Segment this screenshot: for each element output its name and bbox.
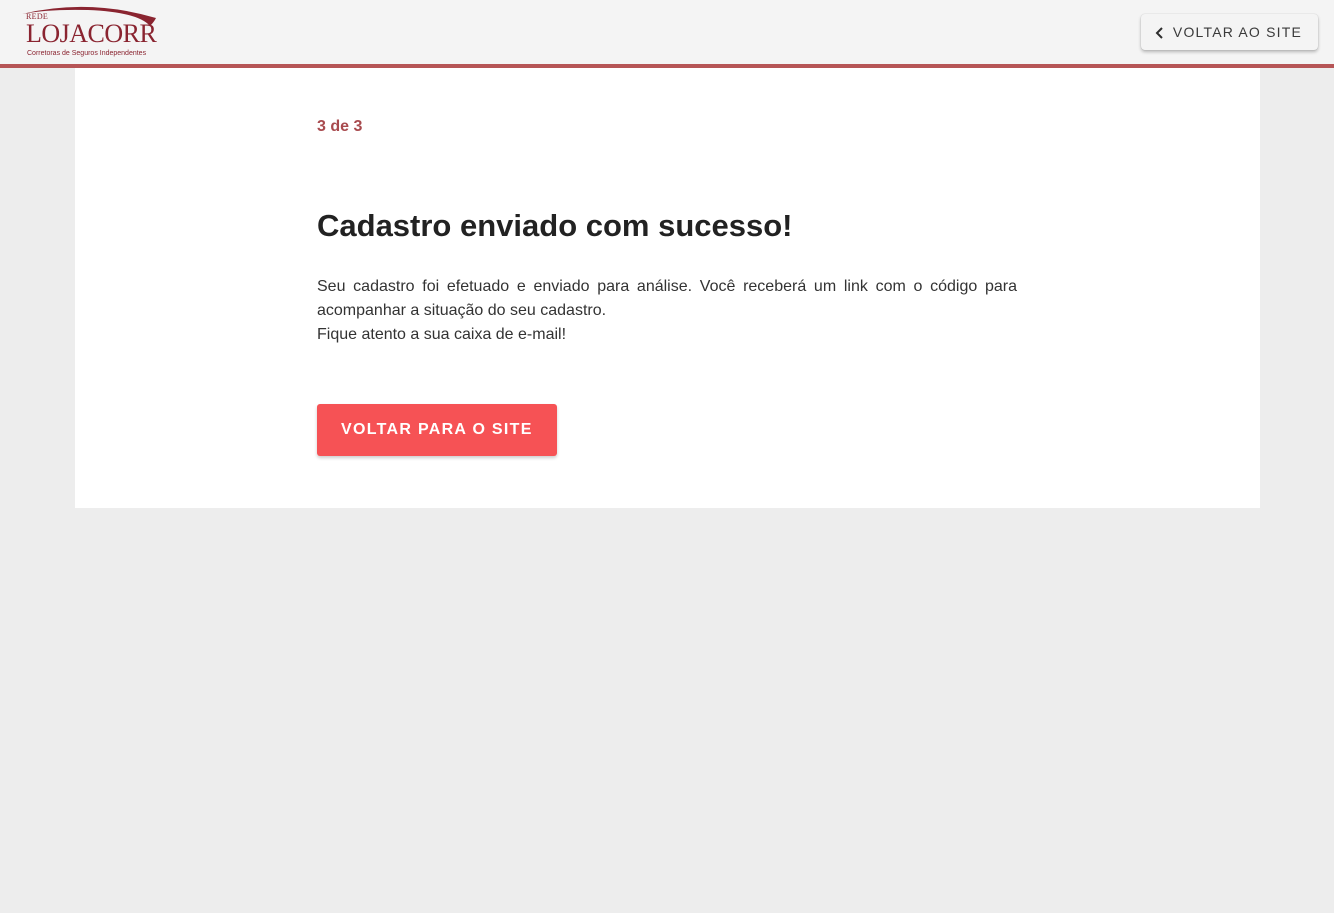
brand-logo[interactable]: REDE LOJACORR Corretoras de Seguros Inde… bbox=[18, 4, 160, 62]
chevron-left-icon bbox=[1155, 26, 1165, 39]
success-description: Seu cadastro foi efetuado e enviado para… bbox=[317, 275, 1017, 347]
step-indicator: 3 de 3 bbox=[317, 118, 363, 135]
return-to-site-button[interactable]: VOLTAR PARA O SITE bbox=[317, 404, 557, 456]
description-line-1: Seu cadastro foi efetuado e enviado para… bbox=[317, 278, 1017, 319]
logo-tagline: Corretoras de Seguros Independentes bbox=[27, 50, 147, 57]
page-title: Cadastro enviado com sucesso! bbox=[317, 208, 793, 243]
description-line-2: Fique atento a sua caixa de e-mail! bbox=[317, 326, 567, 343]
back-to-site-button[interactable]: VOLTAR AO SITE bbox=[1140, 14, 1318, 50]
logo-name: LOJACORR bbox=[26, 19, 157, 48]
top-bar: REDE LOJACORR Corretoras de Seguros Inde… bbox=[0, 0, 1334, 68]
back-to-site-label: VOLTAR AO SITE bbox=[1172, 24, 1302, 40]
success-card: 3 de 3 Cadastro enviado com sucesso! Seu… bbox=[75, 68, 1260, 508]
